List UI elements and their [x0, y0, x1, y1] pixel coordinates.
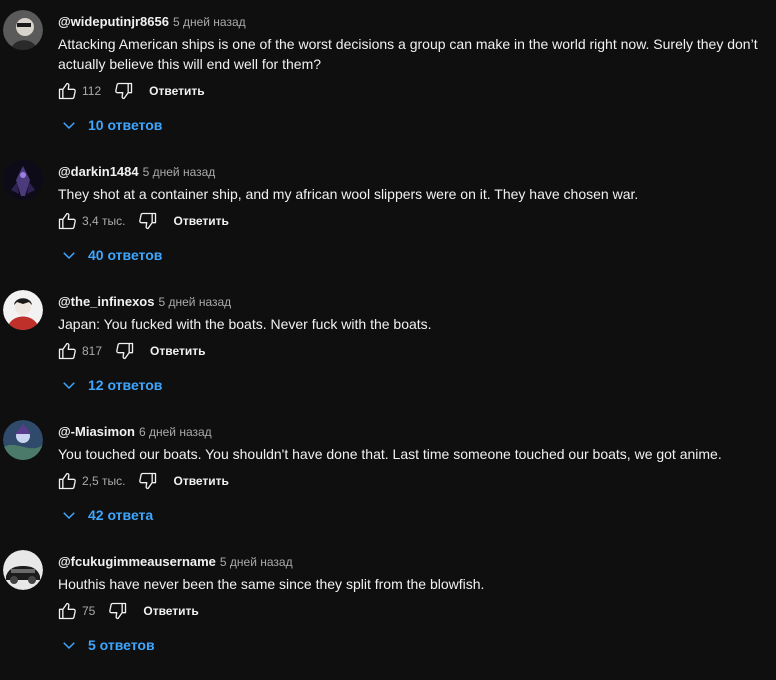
show-replies-button[interactable]: 12 ответов	[60, 374, 162, 396]
dislike-icon[interactable]	[114, 340, 136, 362]
show-replies-button[interactable]: 42 ответа	[60, 504, 153, 526]
comment-header: @fcukugimmeausername 5 дней назад	[58, 553, 293, 571]
comment-text: They shot at a container ship, and my af…	[58, 186, 639, 202]
like-count: 112	[82, 84, 102, 98]
avatar[interactable]	[3, 10, 43, 50]
chevron-down-icon	[63, 382, 75, 390]
chevron-down-icon	[63, 122, 75, 130]
like-icon[interactable]	[56, 470, 78, 492]
comment-author[interactable]: @the_infinexos	[58, 294, 154, 309]
comment-actions: 3,4 тыс. Ответить	[56, 209, 229, 233]
comment-header: @wideputinjr8656 5 дней назад	[58, 13, 246, 31]
chevron-down-icon	[63, 252, 75, 260]
comment-author[interactable]: @-Miasimon	[58, 424, 135, 439]
comment-actions: 75 Ответить	[56, 599, 199, 623]
like-icon[interactable]	[56, 600, 78, 622]
comment-actions: 112 Ответить	[56, 79, 205, 103]
dislike-icon[interactable]	[137, 210, 159, 232]
comment-time[interactable]: 5 дней назад	[173, 15, 246, 29]
comment-header: @the_infinexos 5 дней назад	[58, 293, 231, 311]
replies-count: 12 ответов	[88, 377, 163, 393]
comment-thread: @wideputinjr8656 5 дней назад Attacking A…	[0, 10, 776, 140]
like-icon[interactable]	[56, 80, 78, 102]
dislike-icon[interactable]	[113, 80, 135, 102]
like-count: 3,4 тыс.	[82, 214, 126, 228]
reply-button[interactable]: Ответить	[173, 214, 228, 228]
avatar[interactable]	[3, 420, 43, 460]
chevron-down-icon	[63, 512, 75, 520]
comment-author[interactable]: @wideputinjr8656	[58, 14, 169, 29]
like-icon[interactable]	[56, 210, 78, 232]
comment-author[interactable]: @fcukugimmeausername	[58, 554, 216, 569]
reply-button[interactable]: Ответить	[173, 474, 228, 488]
comment-actions: 817 Ответить	[56, 339, 205, 363]
comment-text: You touched our boats. You shouldn't hav…	[58, 446, 722, 462]
avatar[interactable]	[3, 160, 43, 200]
show-replies-button[interactable]: 40 ответов	[60, 244, 162, 266]
comment-text: Attacking American ships is one of the w…	[58, 36, 758, 72]
dislike-icon[interactable]	[107, 600, 129, 622]
comment-time[interactable]: 5 дней назад	[158, 295, 231, 309]
comment-author[interactable]: @darkin1484	[58, 164, 139, 179]
comment-thread: @the_infinexos 5 дней назад Japan: You fu…	[0, 290, 776, 420]
avatar[interactable]	[3, 550, 43, 590]
show-replies-button[interactable]: 5 ответов	[60, 634, 155, 656]
comment-header: @-Miasimon 6 дней назад	[58, 423, 212, 441]
comment-thread: @darkin1484 5 дней назад They shot at a c…	[0, 160, 776, 290]
comment-time[interactable]: 5 дней назад	[220, 555, 293, 569]
show-replies-button[interactable]: 10 ответов	[60, 114, 162, 136]
comment-text: Japan: You fucked with the boats. Never …	[58, 316, 432, 332]
comment-actions: 2,5 тыс. Ответить	[56, 469, 229, 493]
like-count: 75	[82, 604, 96, 618]
comment-thread: @-Miasimon 6 дней назад You touched our b…	[0, 420, 776, 550]
comment-header: @darkin1484 5 дней назад	[58, 163, 215, 181]
like-count: 2,5 тыс.	[82, 474, 126, 488]
comment-text: Houthis have never been the same since t…	[58, 576, 485, 592]
dislike-icon[interactable]	[137, 470, 159, 492]
reply-button[interactable]: Ответить	[149, 84, 204, 98]
replies-count: 40 ответов	[88, 247, 163, 263]
comment-thread: @fcukugimmeausername 5 дней назад Houthis…	[0, 550, 776, 680]
reply-button[interactable]: Ответить	[150, 344, 205, 358]
replies-count: 42 ответа	[88, 507, 154, 523]
replies-count: 10 ответов	[88, 117, 163, 133]
chevron-down-icon	[63, 642, 75, 650]
replies-count: 5 ответов	[88, 637, 155, 653]
comment-time[interactable]: 5 дней назад	[143, 165, 216, 179]
comment-time[interactable]: 6 дней назад	[139, 425, 212, 439]
like-count: 817	[82, 344, 103, 358]
reply-button[interactable]: Ответить	[143, 604, 198, 618]
avatar[interactable]	[3, 290, 43, 330]
like-icon[interactable]	[56, 340, 78, 362]
